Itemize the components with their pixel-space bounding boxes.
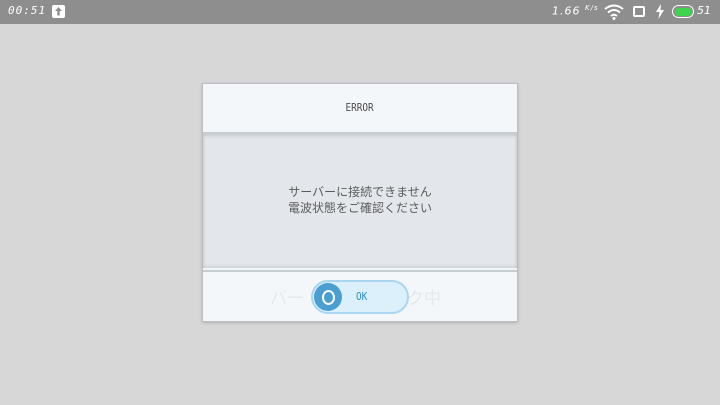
wifi-icon: [604, 4, 624, 24]
dialog-message: サーバーに接続できません 電波状態をご確認ください: [203, 184, 517, 216]
ok-button-label: OK: [355, 290, 368, 303]
status-time: 00:51: [8, 4, 47, 17]
background-ghost-text-right: ク中: [407, 289, 441, 309]
network-speed: 1.66 K/s: [552, 4, 599, 18]
screen-icon: [633, 6, 645, 17]
upload-arrow-icon: [52, 5, 65, 18]
battery-icon: [672, 5, 694, 18]
background-ghost-text-left: バー: [270, 289, 304, 309]
dialog-body: サーバーに接続できません 電波状態をご確認ください: [203, 134, 517, 268]
dialog-title: ERROR: [345, 101, 375, 114]
ok-button[interactable]: OK: [311, 280, 409, 314]
dialog-header: ERROR: [203, 84, 517, 134]
battery-level: 51: [697, 4, 711, 17]
charging-bolt-icon: [656, 4, 664, 23]
battery-fill: [674, 7, 692, 16]
error-dialog: ERROR サーバーに接続できません 電波状態をご確認ください バー ク中 OK: [202, 83, 518, 322]
ring-icon: [314, 283, 342, 311]
dialog-footer: バー ク中 OK: [203, 270, 517, 321]
dialog-message-line-2: 電波状態をご確認ください: [287, 201, 432, 215]
dialog-message-line-1: サーバーに接続できません: [288, 185, 432, 199]
status-bar: 00:51 1.66 K/s 51: [0, 0, 720, 24]
